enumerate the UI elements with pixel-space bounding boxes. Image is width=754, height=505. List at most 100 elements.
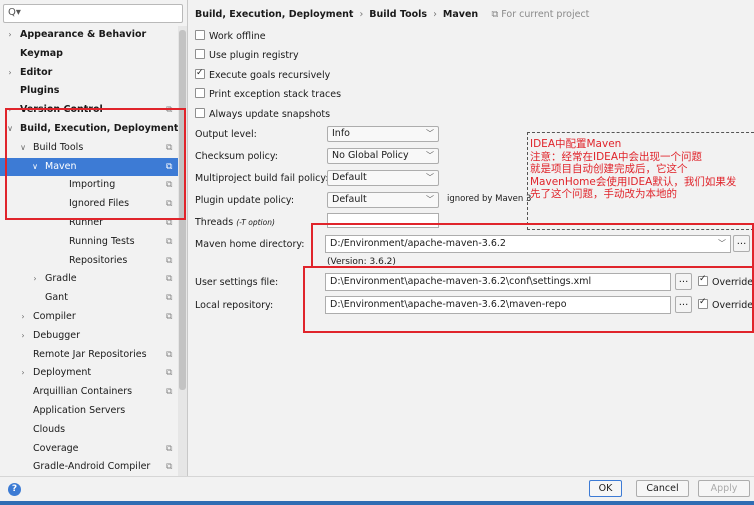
select-value: Default <box>332 172 367 183</box>
sidebar-item-label: Remote Jar Repositories <box>33 348 147 360</box>
sidebar-item-running-tests[interactable]: Running Tests ⧉ <box>0 233 178 252</box>
checkbox-box[interactable] <box>195 108 205 118</box>
sidebar-item-label: Coverage <box>33 442 79 454</box>
ignored-by-maven-note: ignored by Maven 3 <box>447 194 532 204</box>
breadcrumb-item: Build, Execution, Deployment <box>195 9 354 20</box>
build-fail-policy-label: Multiproject build fail policy: <box>195 173 329 184</box>
sidebar-item-gradle-android-compiler[interactable]: Gradle-Android Compiler ⧉ <box>0 458 178 476</box>
sidebar-item-label: Appearance & Behavior <box>20 29 147 40</box>
sidebar-item-label: Keymap <box>20 47 63 59</box>
chevron-right-icon[interactable]: › <box>5 26 15 45</box>
project-scope-text: For current project <box>501 9 590 20</box>
search-icon: Q▾ <box>8 7 21 18</box>
sidebar-item-gant[interactable]: Gant ⧉ <box>0 289 178 308</box>
sidebar-item-plugins[interactable]: Plugins <box>0 82 178 101</box>
local-repository-label: Local repository: <box>195 300 274 311</box>
select-value: Info <box>332 128 350 139</box>
sidebar-item-label: Editor <box>20 66 53 78</box>
execute-goals-recursively-checkbox[interactable]: Execute goals recursively <box>195 67 330 82</box>
checkbox-label: Always update snapshots <box>209 109 331 120</box>
sidebar-item-label: Plugins <box>20 85 60 97</box>
select-value: Default <box>332 194 367 205</box>
sidebar-item-label: Repositories <box>69 254 128 266</box>
sidebar-item-keymap[interactable]: Keymap <box>0 45 178 64</box>
cancel-button[interactable]: Cancel <box>636 480 689 497</box>
sidebar-item-label: Arquillian Containers <box>33 386 133 398</box>
settings-tree: › Appearance & Behavior Keymap › Editor Plugi… <box>0 26 178 476</box>
sidebar-item-label: Debugger <box>33 329 81 341</box>
project-icon: ⧉ <box>491 9 502 20</box>
threads-label-text: Threads <box>195 217 234 228</box>
sidebar-item-label: Running Tests <box>69 235 135 247</box>
chevron-right-icon[interactable]: › <box>18 364 28 383</box>
build-fail-policy-select[interactable]: Default ﹀ <box>327 170 439 186</box>
sidebar-item-application-servers[interactable]: Application Servers <box>0 402 178 421</box>
sidebar-item-label: Gradle <box>45 273 77 285</box>
checkbox-box[interactable] <box>195 67 205 80</box>
project-icon: ⧉ <box>166 274 173 285</box>
chevron-down-icon: ﹀ <box>426 151 434 160</box>
breadcrumb-separator-icon: › <box>359 9 364 20</box>
project-icon: ⧉ <box>166 293 173 304</box>
apply-button[interactable]: Apply <box>698 480 750 497</box>
chevron-right-icon[interactable]: › <box>18 327 28 346</box>
project-icon: ⧉ <box>166 462 173 473</box>
sidebar-item-deployment[interactable]: › Deployment ⧉ <box>0 364 178 383</box>
chevron-right-icon[interactable]: › <box>5 64 15 83</box>
maven-tree-highlight-box <box>5 108 186 220</box>
use-plugin-registry-checkbox[interactable]: Use plugin registry <box>195 49 299 62</box>
checkbox-label: Use plugin registry <box>209 50 299 61</box>
work-offline-checkbox[interactable]: Work offline <box>195 30 266 43</box>
help-icon[interactable]: ? <box>8 483 21 496</box>
project-icon: ⧉ <box>166 349 173 360</box>
project-icon: ⧉ <box>166 368 173 379</box>
sidebar-item-coverage[interactable]: Coverage ⧉ <box>0 440 178 459</box>
sidebar-item-editor[interactable]: › Editor <box>0 64 178 83</box>
sidebar-item-compiler[interactable]: › Compiler ⧉ <box>0 308 178 327</box>
maven-settings-panel: Build, Execution, Deployment › Build Tools… <box>189 0 754 476</box>
sidebar-item-label: Gant <box>45 292 68 304</box>
chevron-right-icon[interactable]: › <box>18 308 28 327</box>
project-icon: ⧉ <box>166 311 173 322</box>
sidebar-item-debugger[interactable]: › Debugger <box>0 327 178 346</box>
plugin-update-policy-label: Plugin update policy: <box>195 195 295 206</box>
sidebar-item-appearance-behavior[interactable]: › Appearance & Behavior <box>0 26 178 45</box>
project-icon: ⧉ <box>166 255 173 266</box>
user-settings-label: User settings file: <box>195 277 279 288</box>
checksum-policy-select[interactable]: No Global Policy ﹀ <box>327 148 439 164</box>
project-icon: ⧉ <box>166 443 173 454</box>
breadcrumb-item: Build Tools <box>369 9 428 20</box>
sidebar-item-label: Deployment <box>33 367 92 379</box>
chevron-down-icon: ﹀ <box>426 173 434 182</box>
checkbox-box[interactable] <box>195 30 205 40</box>
output-level-select[interactable]: Info ﹀ <box>327 126 439 142</box>
sidebar-item-arquillian-containers[interactable]: Arquillian Containers ⧉ <box>0 383 178 402</box>
sidebar-item-repositories[interactable]: Repositories ⧉ <box>0 252 178 271</box>
breadcrumb-separator-icon: › <box>433 9 437 20</box>
output-level-label: Output level: <box>195 129 257 140</box>
chevron-down-icon: ﹀ <box>426 129 434 138</box>
chevron-right-icon[interactable]: › <box>30 270 40 289</box>
maven-home-highlight-box <box>311 223 754 268</box>
checkbox-box[interactable] <box>195 49 205 59</box>
checkbox-box[interactable] <box>195 88 205 98</box>
project-scope-label: ⧉ For current project <box>491 9 589 20</box>
breadcrumb-item: Maven <box>442 9 479 20</box>
breadcrumb: Build, Execution, Deployment › Build Tools… <box>195 9 589 20</box>
checkbox-label: Print exception stack traces <box>209 89 342 100</box>
sidebar-item-label: Application Servers <box>33 404 126 416</box>
threads-label: Threads (-T option) <box>195 217 275 228</box>
select-value: No Global Policy <box>332 150 409 161</box>
sidebar-scrollbar[interactable] <box>178 26 187 476</box>
plugin-update-policy-select[interactable]: Default ﹀ <box>327 192 439 208</box>
sidebar-item-gradle[interactable]: › Gradle ⧉ <box>0 270 178 289</box>
ok-button[interactable]: OK <box>589 480 622 497</box>
settings-search-box[interactable]: Q▾ <box>3 4 183 23</box>
settings-repo-highlight-box <box>303 266 754 333</box>
print-exception-stack-traces-checkbox[interactable]: Print exception stack traces <box>195 88 341 101</box>
checksum-policy-label: Checksum policy: <box>195 151 278 162</box>
always-update-snapshots-checkbox[interactable]: Always update snapshots <box>195 108 330 121</box>
sidebar-item-remote-jar-repositories[interactable]: Remote Jar Repositories ⧉ <box>0 346 178 365</box>
sidebar-item-label: Gradle-Android Compiler <box>33 461 151 473</box>
sidebar-item-clouds[interactable]: Clouds <box>0 421 178 440</box>
